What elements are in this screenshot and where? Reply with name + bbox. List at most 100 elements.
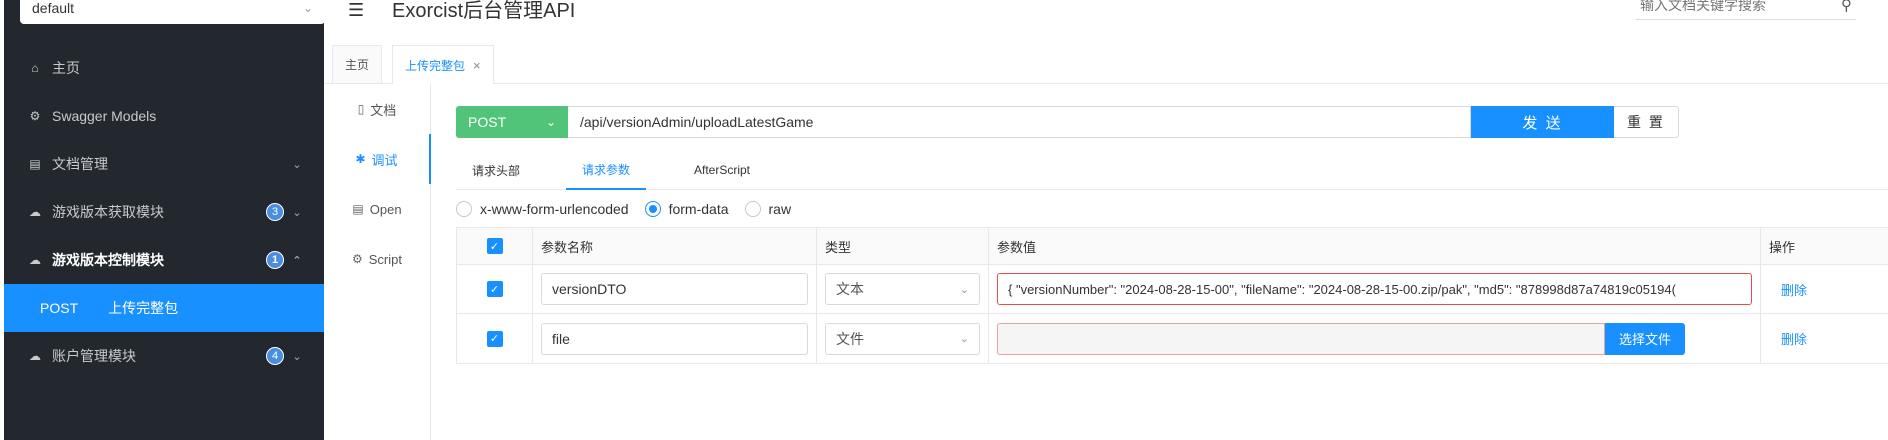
menu-fold-icon[interactable]: ☰ (348, 0, 364, 21)
column-header-value: 参数值 (989, 228, 1761, 264)
param-type-cell: 文件 ⌄ (817, 314, 989, 363)
header: ☰ Exorcist后台管理API ⚲ (324, 0, 1888, 30)
subnav-debug[interactable]: ✱ 调试 (324, 134, 431, 184)
sidebar-item-swagger-models[interactable]: ⚙ Swagger Models (4, 92, 324, 140)
param-op-cell: 删除 (1761, 265, 1888, 313)
group-select[interactable]: default ⌄ (20, 0, 325, 24)
radio-form-data[interactable]: form-data (644, 201, 729, 217)
sidebar-item-label: 主页 (52, 60, 80, 76)
params-table: ✓ 参数名称 类型 参数值 操作 ✓ versionDTO 文本 ⌄ { "ve… (456, 227, 1888, 364)
tab-upload-package[interactable]: 上传完整包 × (392, 45, 494, 84)
tab-label: 主页 (345, 58, 370, 72)
chevron-down-icon: ⌄ (545, 115, 556, 129)
column-header-op: 操作 (1769, 239, 1796, 255)
send-button[interactable]: 发 送 (1471, 106, 1614, 138)
chevron-down-icon: ⌄ (292, 158, 302, 171)
search-box[interactable]: ⚲ (1636, 0, 1856, 20)
open-doc-icon: ▤ (352, 202, 364, 216)
param-type-select[interactable]: 文件 ⌄ (825, 322, 980, 355)
param-type-select[interactable]: 文本 ⌄ (825, 273, 980, 305)
radio-urlencoded[interactable]: x-www-form-urlencoded (456, 201, 629, 217)
subnav-doc[interactable]: ▯ 文档 (324, 84, 430, 134)
param-type-cell: 文本 ⌄ (817, 265, 989, 313)
tab-label: 上传完整包 (405, 58, 466, 73)
radio-raw[interactable]: raw (744, 201, 792, 217)
sidebar-item-label: 游戏版本获取模块 (52, 204, 164, 220)
search-input[interactable] (1640, 0, 1820, 13)
select-all-cell: ✓ (457, 228, 533, 264)
chevron-down-icon: ⌄ (302, 1, 313, 15)
count-badge: 4 (266, 347, 284, 365)
param-name-input[interactable]: file (541, 322, 808, 355)
sidebar-item-home[interactable]: ⌂ 主页 (4, 44, 324, 92)
tab-after-script[interactable]: AfterScript (678, 150, 766, 190)
param-name-input[interactable]: versionDTO (541, 273, 808, 305)
sidebar-item-doc-manage[interactable]: ▤ 文档管理 ⌄ (4, 140, 324, 188)
close-icon[interactable]: × (473, 58, 481, 73)
chevron-down-icon: ⌄ (292, 206, 302, 219)
request-url-row: POST ⌄ /api/versionAdmin/uploadLatestGam… (456, 106, 1679, 138)
radio-circle[interactable] (744, 201, 761, 217)
row-checkbox[interactable]: ✓ (486, 281, 503, 297)
home-icon: ⌂ (31, 61, 39, 75)
tab-request-headers[interactable]: 请求头部 (456, 150, 536, 190)
table-row: ✓ versionDTO 文本 ⌄ { "versionNumber": "20… (457, 265, 1888, 314)
radio-label: raw (768, 201, 792, 217)
count-badge: 3 (266, 203, 284, 221)
row-checkbox-cell: ✓ (457, 265, 533, 313)
tab-home[interactable]: 主页 (332, 45, 383, 83)
sidebar: default ⌄ ⌂ 主页 ⚙ Swagger Models ▤ 文档管理 ⌄… (4, 0, 325, 440)
search-icon[interactable]: ⚲ (1841, 0, 1852, 14)
param-value-input[interactable]: { "versionNumber": "2024-08-28-15-00", "… (997, 273, 1752, 305)
row-checkbox[interactable]: ✓ (486, 330, 503, 347)
radio-circle[interactable] (644, 201, 661, 217)
param-op-cell: 删除 (1761, 314, 1888, 363)
doc-manage-icon: ▤ (29, 157, 41, 171)
sidebar-item-version-control[interactable]: ☁ 游戏版本控制模块 1 ⌃ (4, 236, 324, 284)
subnav-label: 文档 (370, 102, 397, 118)
subnav-label: Script (368, 251, 402, 267)
radio-label: form-data (668, 201, 729, 217)
method-select[interactable]: POST ⌄ (456, 106, 568, 138)
url-input[interactable]: /api/versionAdmin/uploadLatestGame (568, 106, 1471, 138)
select-all-checkbox[interactable]: ✓ (486, 238, 503, 254)
radio-circle[interactable] (456, 201, 472, 217)
group-select-value: default (32, 0, 75, 16)
sidebar-item-account-manage[interactable]: ☁ 账户管理模块 4 ⌄ (4, 332, 324, 380)
param-value-cell: 选择文件 (989, 314, 1761, 363)
chevron-down-icon: ⌄ (959, 283, 969, 296)
sidebar-item-version-fetch[interactable]: ☁ 游戏版本获取模块 3 ⌄ (4, 188, 324, 236)
choose-file-button[interactable]: 选择文件 (1605, 322, 1685, 355)
subnav-script[interactable]: ⚙ Script (324, 234, 430, 284)
row-checkbox-cell: ✓ (457, 314, 533, 363)
page-title: Exorcist后台管理API (392, 0, 576, 22)
subnav-open[interactable]: ▤ Open (324, 184, 430, 234)
script-icon: ⚙ (352, 252, 363, 266)
subnav-label: Open (369, 201, 402, 217)
delete-link[interactable]: 删除 (1781, 280, 1807, 299)
subnav-label: 调试 (371, 152, 398, 168)
file-path-field[interactable] (997, 322, 1605, 355)
cloud-icon: ☁ (29, 205, 41, 219)
radio-label: x-www-form-urlencoded (480, 201, 629, 217)
sidebar-item-label: 游戏版本控制模块 (52, 252, 164, 268)
delete-link[interactable]: 删除 (1781, 329, 1807, 348)
param-name-cell: versionDTO (533, 265, 817, 313)
chevron-up-icon: ⌃ (292, 254, 302, 267)
request-tabs: 请求头部 请求参数 AfterScript (456, 150, 1888, 190)
reset-button[interactable]: 重 置 (1614, 106, 1679, 138)
body-type-radios: x-www-form-urlencoded form-data raw (456, 199, 807, 219)
sidebar-item-label: Swagger Models (52, 108, 157, 124)
chevron-down-icon: ⌄ (292, 350, 302, 363)
tab-request-params[interactable]: 请求参数 (566, 150, 647, 190)
models-icon: ⚙ (29, 109, 41, 123)
bug-icon: ✱ (355, 152, 366, 166)
sidebar-item-label: 文档管理 (52, 156, 108, 172)
sidebar-item-label: 账户管理模块 (52, 348, 136, 364)
sidebar-item-label: 上传完整包 (108, 300, 179, 316)
file-icon: ▯ (357, 102, 365, 116)
sidebar-item-upload-package[interactable]: POST 上传完整包 (4, 284, 324, 332)
file-picker: 选择文件 (997, 322, 1752, 355)
table-header-row: ✓ 参数名称 类型 参数值 操作 (457, 228, 1888, 265)
column-header-type: 类型 (817, 228, 989, 264)
